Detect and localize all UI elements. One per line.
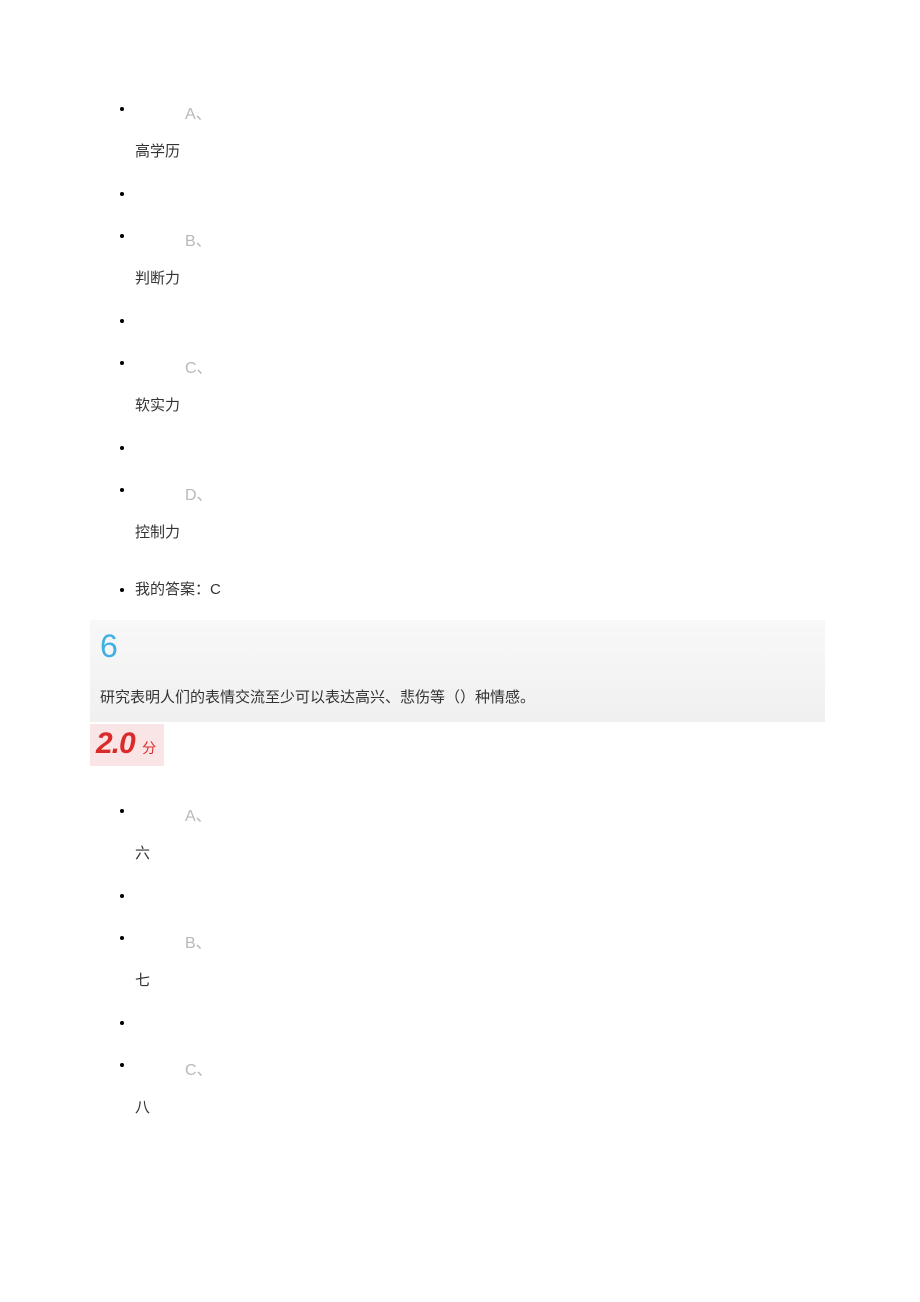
bullet-spacer xyxy=(135,887,825,929)
bullet-spacer xyxy=(135,185,825,227)
question-text: 研究表明人们的表情交流至少可以表达高兴、悲伤等（）种情感。 xyxy=(100,687,815,722)
option-letter: B、 xyxy=(185,227,212,251)
my-answer-label: 我的答案：C xyxy=(135,578,825,599)
bullet-spacer: 我的答案：C xyxy=(135,578,825,620)
question-number: 6 xyxy=(100,628,815,665)
option-letter: A、 xyxy=(185,802,212,826)
option-item-a: A、 六 xyxy=(135,802,825,887)
question5-options-list: A、 高学历 B、 判断力 C、 软实力 D、 控制力 我的答案：C xyxy=(95,100,825,620)
option-item-b: B、 判断力 xyxy=(135,227,825,312)
option-item-d: D、 控制力 xyxy=(135,481,825,566)
option-text: 八 xyxy=(135,1096,825,1117)
score-unit: 分 xyxy=(142,740,156,756)
option-item-b: B、 七 xyxy=(135,929,825,1014)
option-letter: C、 xyxy=(185,1056,213,1080)
option-text: 软实力 xyxy=(135,394,825,415)
option-letter: C、 xyxy=(185,354,213,378)
score-box: 2.0 分 xyxy=(90,724,164,766)
bullet-spacer xyxy=(135,1014,825,1056)
option-item-c: C、 软实力 xyxy=(135,354,825,439)
option-text: 六 xyxy=(135,842,825,863)
option-item-c: C、 八 xyxy=(135,1056,825,1117)
question6-header: 6 研究表明人们的表情交流至少可以表达高兴、悲伤等（）种情感。 xyxy=(90,620,825,722)
question6-options-list: A、 六 B、 七 C、 八 xyxy=(95,802,825,1117)
option-item-a: A、 高学历 xyxy=(135,100,825,185)
option-letter: A、 xyxy=(185,100,212,124)
option-text: 控制力 xyxy=(135,521,825,542)
option-text: 七 xyxy=(135,969,825,990)
score-value: 2.0 xyxy=(96,727,135,760)
document-container: A、 高学历 B、 判断力 C、 软实力 D、 控制力 我的答案：C 6 研究表… xyxy=(0,0,920,1117)
option-text: 高学历 xyxy=(135,140,825,161)
bullet-spacer xyxy=(135,439,825,481)
option-letter: B、 xyxy=(185,929,212,953)
option-letter: D、 xyxy=(185,481,213,505)
option-text: 判断力 xyxy=(135,267,825,288)
bullet-spacer xyxy=(135,312,825,354)
